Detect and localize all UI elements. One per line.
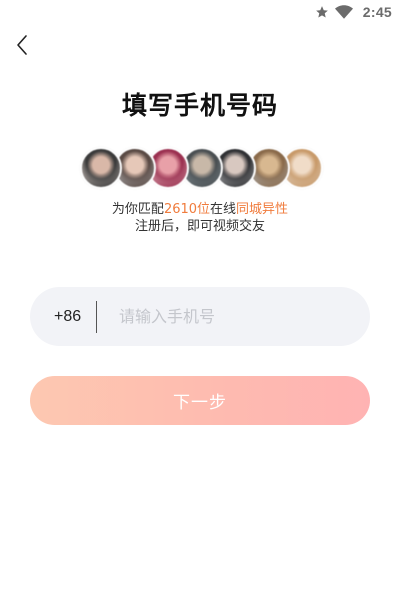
match-subtext: 注册后，即可视频交友 xyxy=(134,219,265,234)
phone-login-screen: 2:45 填写手机号码 为你匹配2610位在线同城异性 注册后，即可视频交友 +… xyxy=(0,0,400,611)
country-code[interactable]: +86 xyxy=(30,308,114,326)
phone-input-box: +86 xyxy=(30,287,370,346)
match-prefix: 为你匹配 xyxy=(111,202,164,217)
avatar-group xyxy=(80,147,323,189)
star-icon xyxy=(315,5,329,19)
phone-input[interactable] xyxy=(117,295,370,338)
match-info: 为你匹配2610位在线同城异性 xyxy=(0,201,400,218)
avatar-1 xyxy=(80,147,122,189)
chevron-left-icon xyxy=(15,34,29,60)
status-bar: 2:45 xyxy=(0,0,400,24)
page-title: 填写手机号码 xyxy=(121,91,278,120)
status-time: 2:45 xyxy=(362,4,392,20)
divider xyxy=(96,300,97,333)
next-button[interactable]: 下一步 xyxy=(30,376,370,425)
match-highlight: 同城异性 xyxy=(236,202,289,217)
back-button[interactable] xyxy=(10,34,34,60)
wifi-icon xyxy=(334,5,353,19)
match-count: 2610位 xyxy=(163,202,211,217)
match-middle: 在线 xyxy=(210,202,237,217)
